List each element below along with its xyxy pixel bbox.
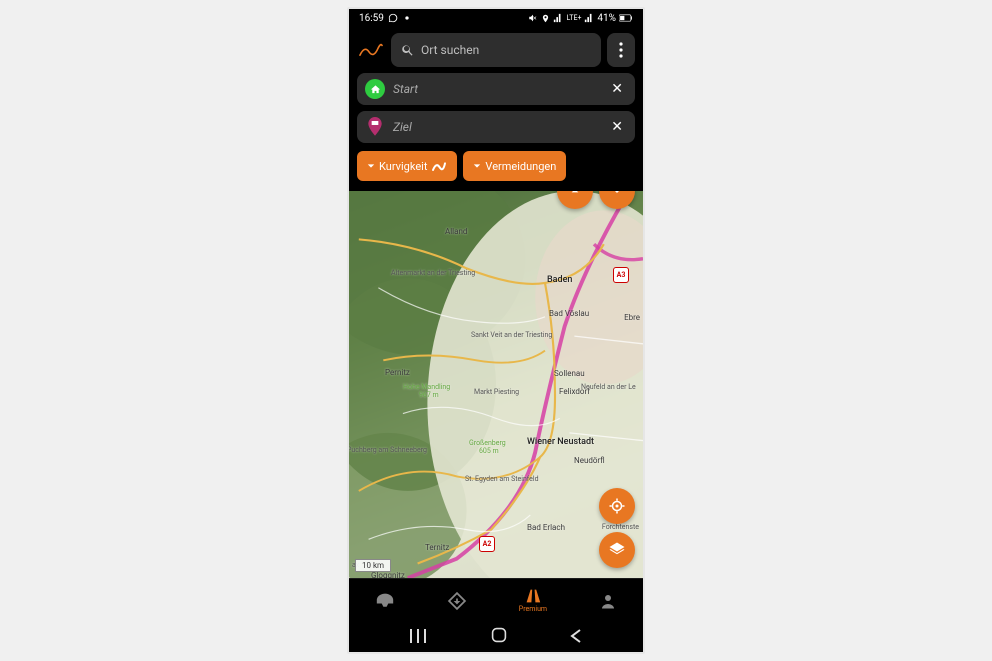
dest-placeholder: Ziel: [393, 120, 607, 134]
mute-icon: [528, 13, 538, 23]
directions-icon: [447, 591, 467, 611]
place-neudorfl: Neudörfl: [574, 456, 605, 465]
place-bad-voslau: Bad Vöslau: [549, 309, 589, 318]
place-alland: Alland: [445, 227, 467, 236]
curviness-icon: [431, 159, 447, 173]
route-options: Kurvigkeit Vermeidungen: [349, 149, 643, 191]
whatsapp-icon: [388, 13, 398, 23]
start-placeholder: Start: [393, 82, 607, 96]
recents-icon: [410, 629, 428, 643]
back-icon: [570, 629, 582, 643]
expand-panel-button[interactable]: [599, 191, 635, 209]
map-fabs: [599, 488, 635, 568]
collapse-panel-button[interactable]: [557, 191, 593, 209]
location-icon: [541, 14, 550, 23]
waypoint-list: Start ✕ Ziel ✕: [349, 73, 643, 149]
waypoint-destination[interactable]: Ziel ✕: [357, 111, 635, 143]
layers-icon: [608, 541, 626, 559]
battery-icon: [619, 13, 633, 23]
panel-toggle-fabs: [557, 191, 635, 209]
waypoint-start[interactable]: Start ✕: [357, 73, 635, 105]
android-home-button[interactable]: [491, 627, 507, 647]
android-back-button[interactable]: [570, 628, 582, 647]
avoidances-label: Vermeidungen: [485, 160, 556, 173]
bottom-nav: Premium: [349, 578, 643, 622]
place-gloggnitz: Gloggnitz: [371, 571, 405, 578]
network-type: LTE+: [566, 14, 581, 22]
map-scale: 10 km: [355, 559, 391, 572]
clear-start-button[interactable]: ✕: [607, 81, 627, 97]
phone-frame: 16:59 LTE+ 41% Ort suchen: [347, 7, 645, 654]
place-pernitz: Pernitz: [385, 368, 410, 377]
place-st-egyden: St. Egyden am Steinfeld: [465, 475, 527, 483]
more-vertical-icon: [619, 42, 623, 58]
nav-premium[interactable]: Premium: [519, 588, 547, 613]
elev-grossenberg: 605 m: [479, 447, 499, 455]
highway-shield-a3: A3: [613, 267, 629, 283]
curviness-label: Kurvigkeit: [379, 160, 427, 173]
place-puchberg: Puchberg am Schneeberg: [349, 446, 411, 454]
status-bar: 16:59 LTE+ 41%: [349, 9, 643, 27]
place-markt-piesting: Markt Piesting: [474, 388, 519, 396]
locate-me-button[interactable]: [599, 488, 635, 524]
nav-premium-label: Premium: [519, 605, 547, 613]
place-hohe-mandling: Hohe Mandling: [403, 383, 450, 391]
chevron-down-icon: [367, 162, 375, 170]
search-placeholder: Ort suchen: [421, 43, 479, 57]
crosshair-icon: [608, 497, 626, 515]
map-view[interactable]: A2 A3 Alland Altenmarkt an der Triesting…: [349, 191, 643, 578]
elev-hohe-mandling: 967 m: [419, 391, 439, 399]
android-recent-button[interactable]: [410, 628, 428, 647]
place-altenmarkt: Altenmarkt an der Triesting: [391, 269, 461, 277]
app-logo[interactable]: [357, 36, 385, 64]
place-neufeld: Neufeld an der Le: [581, 383, 641, 391]
destination-icon: [365, 117, 385, 137]
home-icon: [365, 79, 385, 99]
search-box[interactable]: Ort suchen: [391, 33, 601, 67]
place-baden: Baden: [547, 275, 572, 285]
person-icon: [599, 592, 617, 610]
battery-percent: 41%: [597, 13, 616, 24]
signal2-icon: [584, 13, 594, 23]
chevron-down-icon: [609, 191, 625, 199]
place-sankt-veit: Sankt Veit an der Triesting: [471, 331, 539, 339]
nav-helmet[interactable]: [375, 592, 395, 610]
chevron-up-icon: [567, 191, 583, 199]
overflow-menu-button[interactable]: [607, 33, 635, 67]
top-bar: Ort suchen: [349, 27, 643, 73]
chevron-down-icon: [473, 162, 481, 170]
place-ternitz: Ternitz: [425, 543, 449, 552]
road-icon: [523, 588, 543, 604]
clear-dest-button[interactable]: ✕: [607, 119, 627, 135]
status-time: 16:59: [359, 13, 384, 24]
helmet-icon: [375, 592, 395, 610]
avoidances-chip[interactable]: Vermeidungen: [463, 151, 566, 181]
signal-icon: [553, 13, 563, 23]
place-sollenau: Sollenau: [554, 369, 585, 378]
curviness-chip[interactable]: Kurvigkeit: [357, 151, 457, 181]
home-outline-icon: [491, 627, 507, 643]
place-wiener-neustadt: Wiener Neustadt: [527, 437, 594, 447]
place-grossenberg: Großenberg: [469, 439, 506, 447]
place-ebre: Ebre: [624, 313, 640, 322]
android-nav-bar: [349, 622, 643, 652]
nav-profile[interactable]: [599, 592, 617, 610]
place-bad-erlach: Bad Erlach: [527, 523, 565, 532]
notification-icon: [402, 13, 412, 23]
highway-shield-a2: A2: [479, 536, 495, 552]
nav-directions[interactable]: [447, 591, 467, 611]
layers-button[interactable]: [599, 532, 635, 568]
search-icon: [401, 43, 415, 57]
